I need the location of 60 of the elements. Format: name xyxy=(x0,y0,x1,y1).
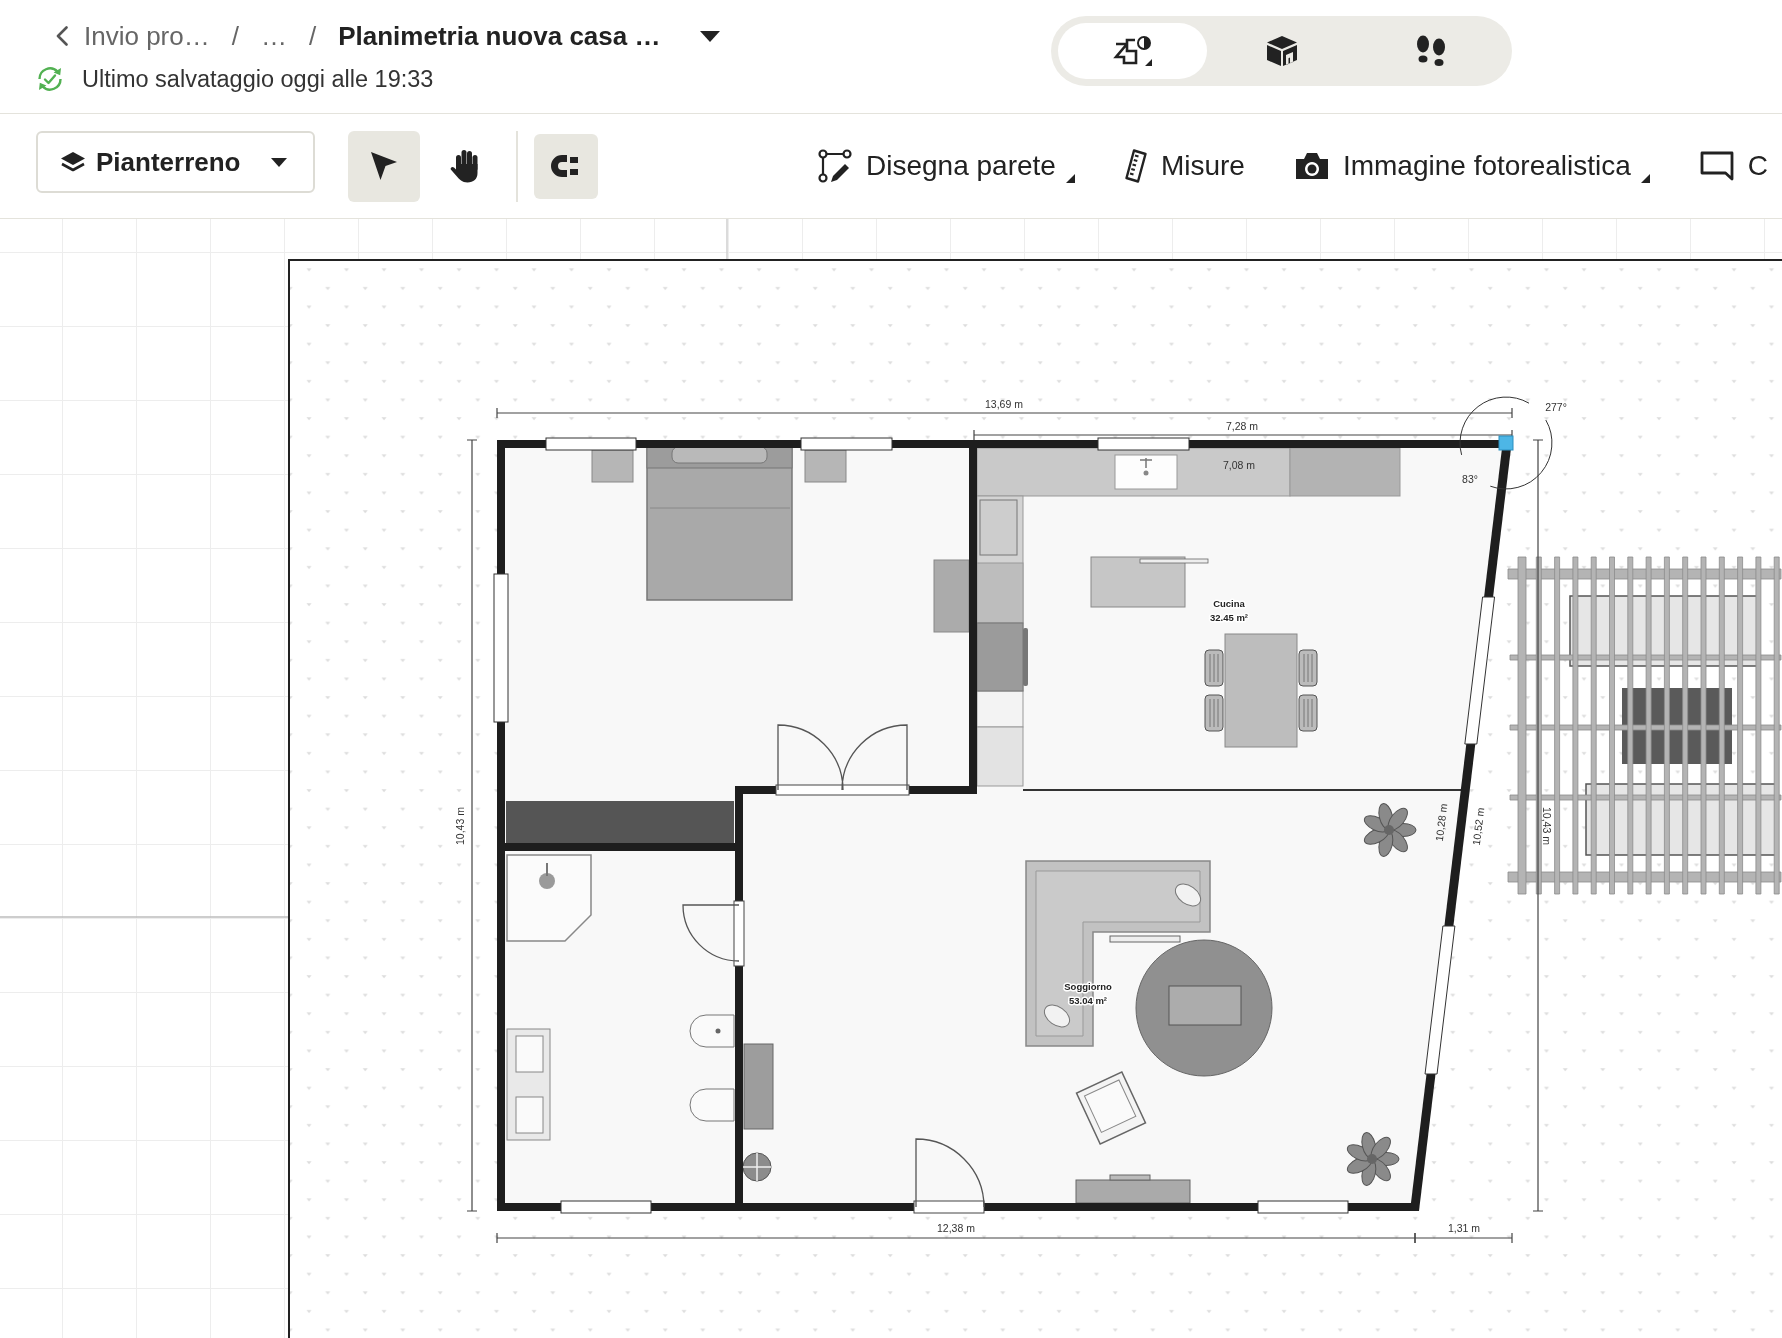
hand-icon xyxy=(450,149,478,183)
comment-button[interactable]: C xyxy=(1699,150,1769,182)
plant xyxy=(1346,1132,1400,1186)
chair xyxy=(1298,649,1318,687)
footprints-icon xyxy=(1414,35,1447,67)
caret-down-icon xyxy=(700,30,721,42)
breadcrumb-separator: / xyxy=(308,20,317,52)
dimension-label: 10,28 m xyxy=(1432,802,1450,843)
sink xyxy=(1114,454,1178,490)
camera-icon xyxy=(1294,152,1329,180)
angle-label: 83° xyxy=(1462,473,1478,485)
draw-wall-button[interactable]: Disegna parete xyxy=(818,149,1075,183)
room-area: 32.45 m² xyxy=(1210,612,1248,623)
room-area: 53.04 m² xyxy=(1069,995,1107,1006)
floor-dropdown[interactable]: Pianterreno xyxy=(36,131,315,193)
dimension-label: 10,43 m xyxy=(1541,807,1553,845)
room-name: Soggiorno xyxy=(1064,981,1112,992)
angle-label: 277° xyxy=(1545,401,1567,413)
dimension-label: 13,69 m xyxy=(985,398,1023,410)
comment-icon xyxy=(1699,151,1734,181)
chair xyxy=(1298,694,1318,732)
breadcrumb-separator: / xyxy=(231,20,239,52)
dimension-label: 7,28 m xyxy=(1225,420,1259,432)
save-status-text: Ultimo salvataggio oggi alle 19:33 xyxy=(82,65,434,93)
measure-button[interactable]: Misure xyxy=(1124,149,1245,183)
cursor-arrow-icon xyxy=(370,151,398,181)
corner-handle[interactable] xyxy=(1498,435,1514,451)
toilet xyxy=(689,1088,735,1122)
ruler-icon xyxy=(1124,149,1147,183)
fridge xyxy=(979,499,1018,556)
room-name: Cucina xyxy=(1213,598,1245,609)
stove xyxy=(976,622,1028,692)
back-link[interactable]: Invio pro… xyxy=(56,20,210,52)
dimension-label: 10,52 m xyxy=(1469,806,1487,847)
floor-plan-icon xyxy=(1112,35,1153,67)
dimension-label: 1,31 m xyxy=(1447,1222,1481,1234)
snap-toggle[interactable] xyxy=(534,133,598,199)
plant xyxy=(1363,803,1417,857)
project-title-button[interactable]: Planimetria nuova casa … xyxy=(338,20,721,52)
nightstand xyxy=(804,449,847,483)
render-image-button[interactable]: Immagine fotorealistica xyxy=(1294,149,1650,183)
chair xyxy=(1204,694,1224,732)
plan-view-button[interactable] xyxy=(1058,23,1207,79)
chevron-left-icon xyxy=(56,26,68,46)
floor-drain xyxy=(742,1152,772,1182)
caret-down-icon xyxy=(271,157,287,167)
wall-tool-icon xyxy=(818,149,852,183)
cube-icon xyxy=(1265,35,1298,67)
select-tool-button[interactable] xyxy=(348,130,420,202)
dimension-label: 12,38 m xyxy=(937,1222,975,1234)
layers-icon xyxy=(60,151,86,173)
chair xyxy=(1204,649,1224,687)
dimension-label: 10,43 m xyxy=(454,807,466,845)
bench xyxy=(1109,935,1181,943)
dimension-label: 7,08 m xyxy=(1222,459,1256,471)
bidet xyxy=(689,1014,735,1048)
magnet-icon xyxy=(551,154,581,178)
breadcrumb-link[interactable]: … xyxy=(260,20,287,52)
nightstand xyxy=(591,449,634,483)
door xyxy=(682,900,745,967)
